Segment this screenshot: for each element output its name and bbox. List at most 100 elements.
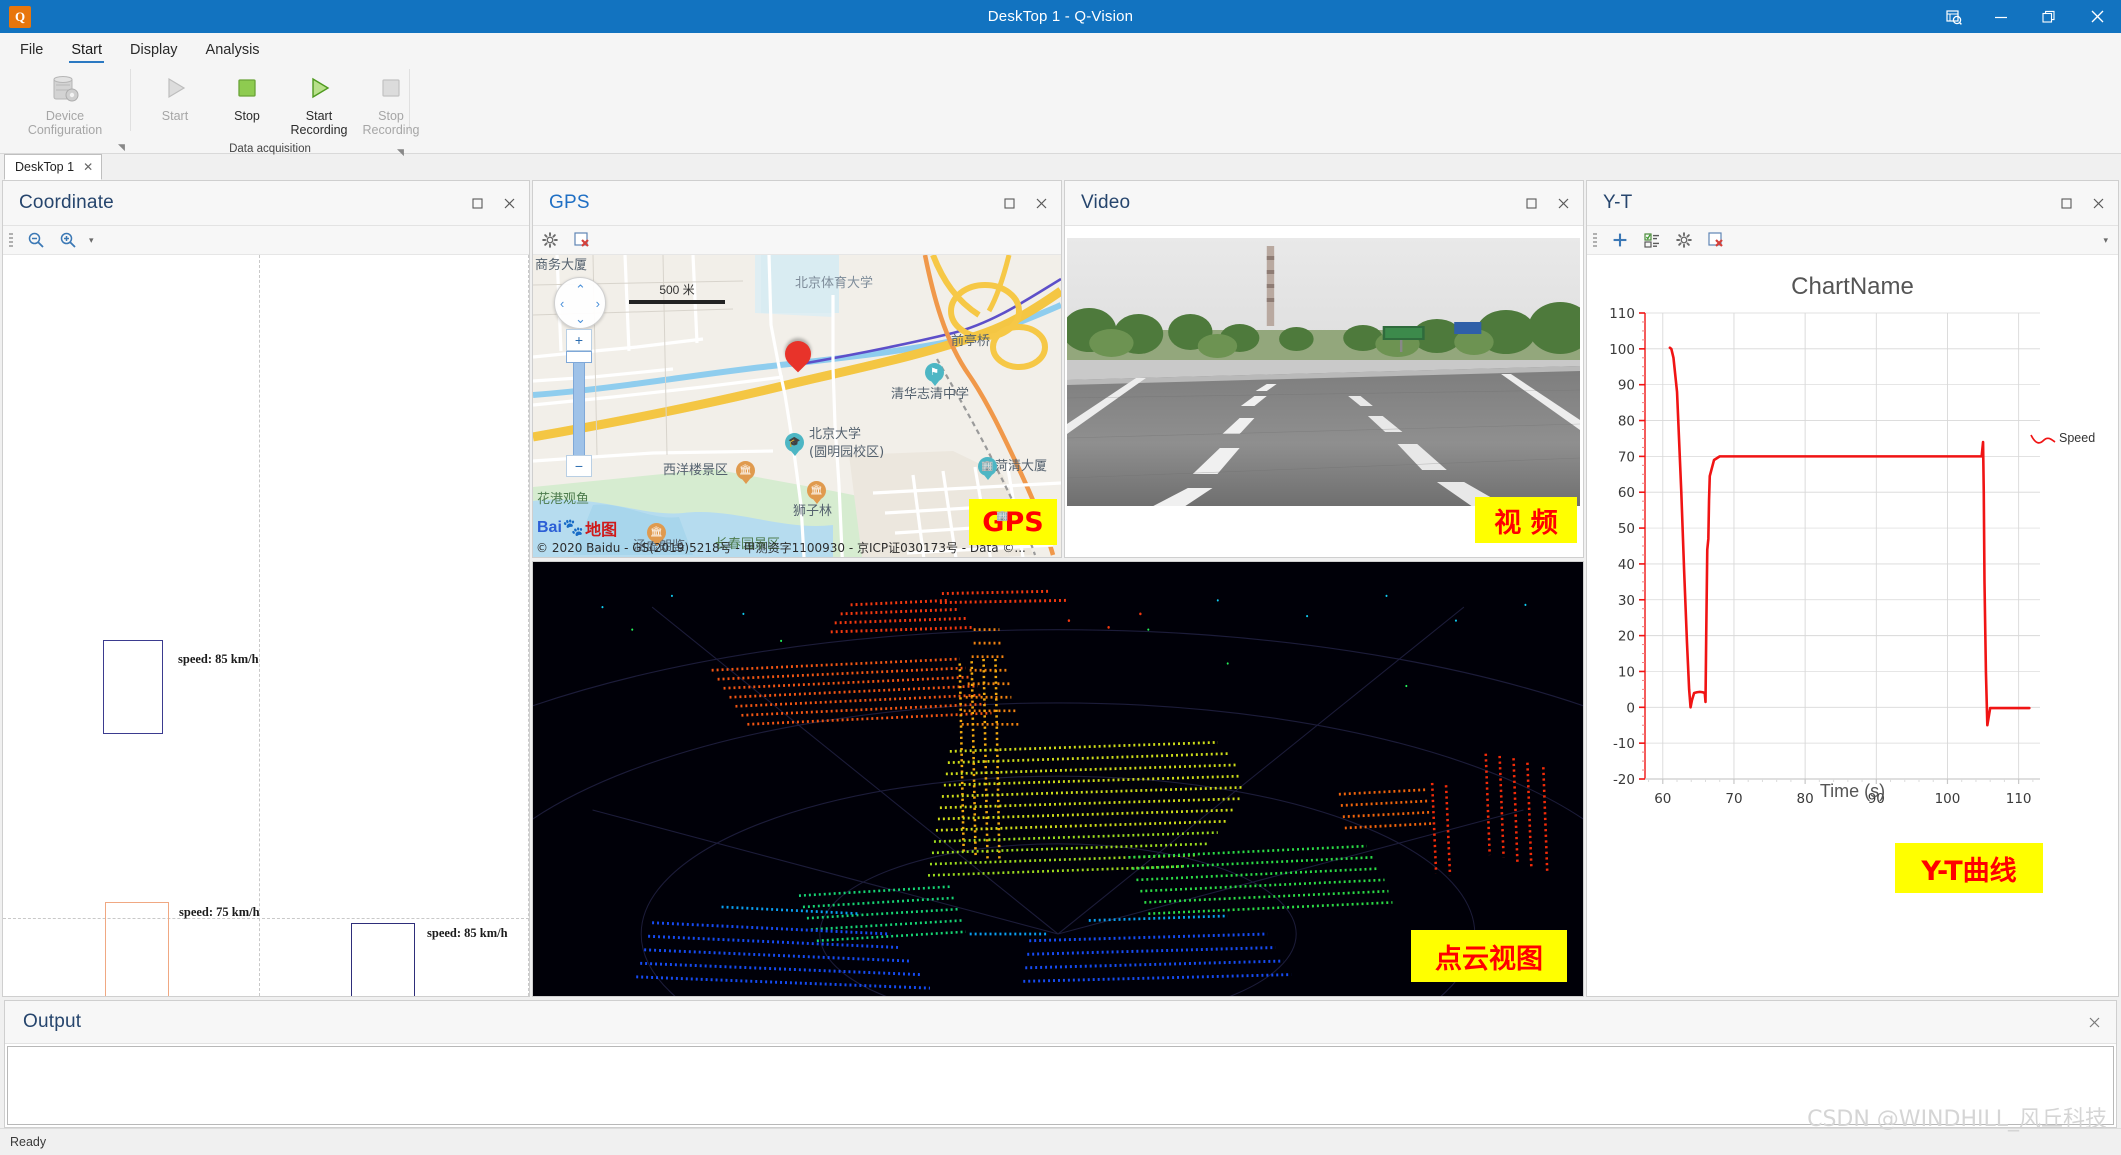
clear-view-icon[interactable] bbox=[571, 229, 593, 251]
toolbar-grip-handle[interactable] bbox=[1593, 233, 1597, 247]
coordinate-panel-body[interactable]: speed: 85 km/h speed: 75 km/h speed: 85 … bbox=[3, 255, 529, 996]
close-button[interactable] bbox=[2073, 0, 2121, 33]
pan-left-icon[interactable]: ‹ bbox=[560, 296, 564, 311]
close-icon bbox=[2089, 1017, 2099, 1027]
yt-column: Y-T ▾ ChartName -20 -10 0 10 20 30 40 50… bbox=[1586, 180, 2119, 997]
yt-panel: Y-T ▾ ChartName -20 -10 0 10 20 30 40 50… bbox=[1586, 180, 2119, 997]
stop-square-grey-icon bbox=[378, 69, 404, 107]
poi-marker-xiyanglou[interactable]: 🏛 bbox=[736, 461, 755, 480]
video-badge: 视 频 bbox=[1475, 497, 1577, 543]
start-recording-button[interactable]: Start Recording bbox=[283, 67, 355, 140]
target-box-2[interactable] bbox=[105, 902, 169, 996]
close-icon bbox=[504, 198, 514, 208]
menu-tab-display[interactable]: Display bbox=[116, 38, 192, 63]
yt-close-button[interactable] bbox=[2084, 190, 2112, 216]
pan-up-icon[interactable]: ⌃ bbox=[575, 282, 586, 298]
pan-right-icon[interactable]: › bbox=[596, 296, 600, 311]
ribbon-group-device-footer: ◥ bbox=[0, 140, 130, 153]
poi-marker-shizilin[interactable]: 🏛 bbox=[807, 481, 826, 500]
gps-panel-title: GPS bbox=[549, 192, 590, 213]
map-zoom-slider[interactable]: + − bbox=[566, 329, 592, 477]
svg-text:60: 60 bbox=[1618, 485, 1635, 501]
data-acquisition-dialog-launcher-icon[interactable]: ◥ bbox=[396, 147, 405, 157]
minimize-icon bbox=[1995, 16, 2007, 18]
yt-maximize-button[interactable] bbox=[2052, 190, 2080, 216]
map-zoom-slider-track[interactable] bbox=[573, 363, 585, 455]
gps-panel: GPS 商务大厦 北京体育大学 前亭桥 清华志清中学 北京大学 (圆明园校区) … bbox=[532, 180, 1062, 558]
stop-button[interactable]: Stop bbox=[211, 67, 283, 125]
maximize-icon bbox=[2060, 197, 2072, 209]
close-icon bbox=[1558, 198, 1568, 208]
pointcloud-panel-body[interactable]: 点云视图 bbox=[533, 562, 1583, 996]
output-text-area[interactable] bbox=[7, 1046, 2114, 1125]
zoom-in-icon[interactable] bbox=[57, 229, 79, 251]
settings-gear-icon[interactable] bbox=[539, 229, 561, 251]
device-configuration-button[interactable]: Device Configuration bbox=[20, 67, 110, 140]
video-frame[interactable] bbox=[1067, 238, 1580, 506]
poi-marker-qinghua[interactable]: ⚑ bbox=[925, 363, 944, 382]
coordinate-canvas[interactable]: speed: 85 km/h speed: 75 km/h speed: 85 … bbox=[3, 255, 529, 996]
svg-text:110: 110 bbox=[1609, 306, 1635, 322]
add-signal-icon[interactable] bbox=[1609, 229, 1631, 251]
svg-text:70: 70 bbox=[1618, 449, 1635, 465]
device-group-dialog-launcher-icon[interactable]: ◥ bbox=[117, 143, 126, 152]
settings-gear-icon[interactable] bbox=[1673, 229, 1695, 251]
target-box-3[interactable] bbox=[351, 923, 415, 996]
chart-xlabel: Time (s) bbox=[1819, 781, 1886, 801]
pointcloud-view[interactable]: 点云视图 bbox=[533, 562, 1583, 996]
svg-text:40: 40 bbox=[1618, 557, 1635, 573]
clear-chart-icon[interactable] bbox=[1705, 229, 1727, 251]
baidu-map-view[interactable]: 商务大厦 北京体育大学 前亭桥 清华志清中学 北京大学 (圆明园校区) 菏清大厦… bbox=[533, 255, 1061, 557]
close-icon bbox=[1036, 198, 1046, 208]
legend-line-icon bbox=[2030, 434, 2056, 444]
application-window: Q DeskTop 1 - Q-Vision File Start Displa… bbox=[0, 0, 2121, 1155]
chart-legend-speed[interactable]: Speed bbox=[2030, 431, 2095, 445]
map-zoom-out-button[interactable]: − bbox=[566, 455, 592, 477]
ribbon-menubar: File Start Display Analysis bbox=[0, 33, 2121, 63]
coordinate-panel-toolbar: ▾ bbox=[3, 226, 529, 255]
video-maximize-button[interactable] bbox=[1517, 190, 1545, 216]
map-label-7: 西洋楼景区 bbox=[663, 463, 729, 478]
zoom-dropdown-caret-icon[interactable]: ▾ bbox=[89, 235, 94, 246]
gps-close-button[interactable] bbox=[1027, 190, 1055, 216]
output-close-button[interactable] bbox=[2080, 1009, 2108, 1035]
document-tab-close-icon[interactable]: ✕ bbox=[83, 160, 93, 174]
overflow-caret-icon[interactable]: ▾ bbox=[2103, 235, 2112, 246]
toolbar-grip-handle[interactable] bbox=[9, 233, 13, 247]
yt-chart[interactable]: ChartName -20 -10 0 10 20 30 40 50 60 70 80 90 100 11… bbox=[1587, 255, 2118, 996]
coordinate-close-button[interactable] bbox=[495, 190, 523, 216]
zoom-out-icon[interactable] bbox=[25, 229, 47, 251]
signal-list-icon[interactable] bbox=[1641, 229, 1663, 251]
device-configuration-label-line2: Configuration bbox=[27, 123, 103, 138]
poi-marker-heqing[interactable]: 🏢 bbox=[978, 457, 997, 476]
yt-panel-title: Y-T bbox=[1603, 192, 1633, 213]
menu-tab-start[interactable]: Start bbox=[57, 38, 116, 63]
svg-text:30: 30 bbox=[1618, 593, 1635, 609]
stop-recording-button[interactable]: Stop Recording bbox=[355, 67, 427, 140]
device-config-icon bbox=[46, 69, 84, 107]
poi-marker-pku[interactable]: 🎓 bbox=[785, 433, 804, 452]
coordinate-maximize-button[interactable] bbox=[463, 190, 491, 216]
maximize-button[interactable] bbox=[2025, 0, 2073, 33]
svg-text:20: 20 bbox=[1618, 629, 1635, 645]
yt-panel-body[interactable]: ChartName -20 -10 0 10 20 30 40 50 60 70 80 90 100 11… bbox=[1587, 255, 2118, 996]
chart-legend-label: Speed bbox=[2059, 431, 2096, 445]
map-pan-control[interactable]: ⌃ ‹ › ⌄ bbox=[554, 277, 606, 329]
target-box-1[interactable] bbox=[103, 640, 163, 734]
map-zoom-slider-thumb[interactable] bbox=[566, 351, 592, 363]
minimize-button[interactable] bbox=[1977, 0, 2025, 33]
restore-layout-button[interactable] bbox=[1929, 0, 1977, 33]
menu-tab-file[interactable]: File bbox=[6, 38, 57, 63]
map-zoom-in-button[interactable]: + bbox=[566, 329, 592, 351]
svg-text:10: 10 bbox=[1618, 664, 1635, 680]
center-top-row: GPS 商务大厦 北京体育大学 前亭桥 清华志清中学 北京大学 (圆明园校区) … bbox=[532, 180, 1584, 558]
video-panel-body[interactable]: 视 频 bbox=[1065, 226, 1583, 557]
menu-tab-analysis[interactable]: Analysis bbox=[192, 38, 274, 63]
pan-down-icon[interactable]: ⌄ bbox=[575, 311, 586, 327]
gps-maximize-button[interactable] bbox=[995, 190, 1023, 216]
video-close-button[interactable] bbox=[1549, 190, 1577, 216]
document-tab-desktop1[interactable]: DeskTop 1 ✕ bbox=[4, 154, 103, 180]
gps-panel-body[interactable]: 商务大厦 北京体育大学 前亭桥 清华志清中学 北京大学 (圆明园校区) 菏清大厦… bbox=[533, 255, 1061, 557]
start-button[interactable]: Start bbox=[139, 67, 211, 125]
ribbon-group-device: Device Configuration ◥ bbox=[0, 63, 130, 153]
